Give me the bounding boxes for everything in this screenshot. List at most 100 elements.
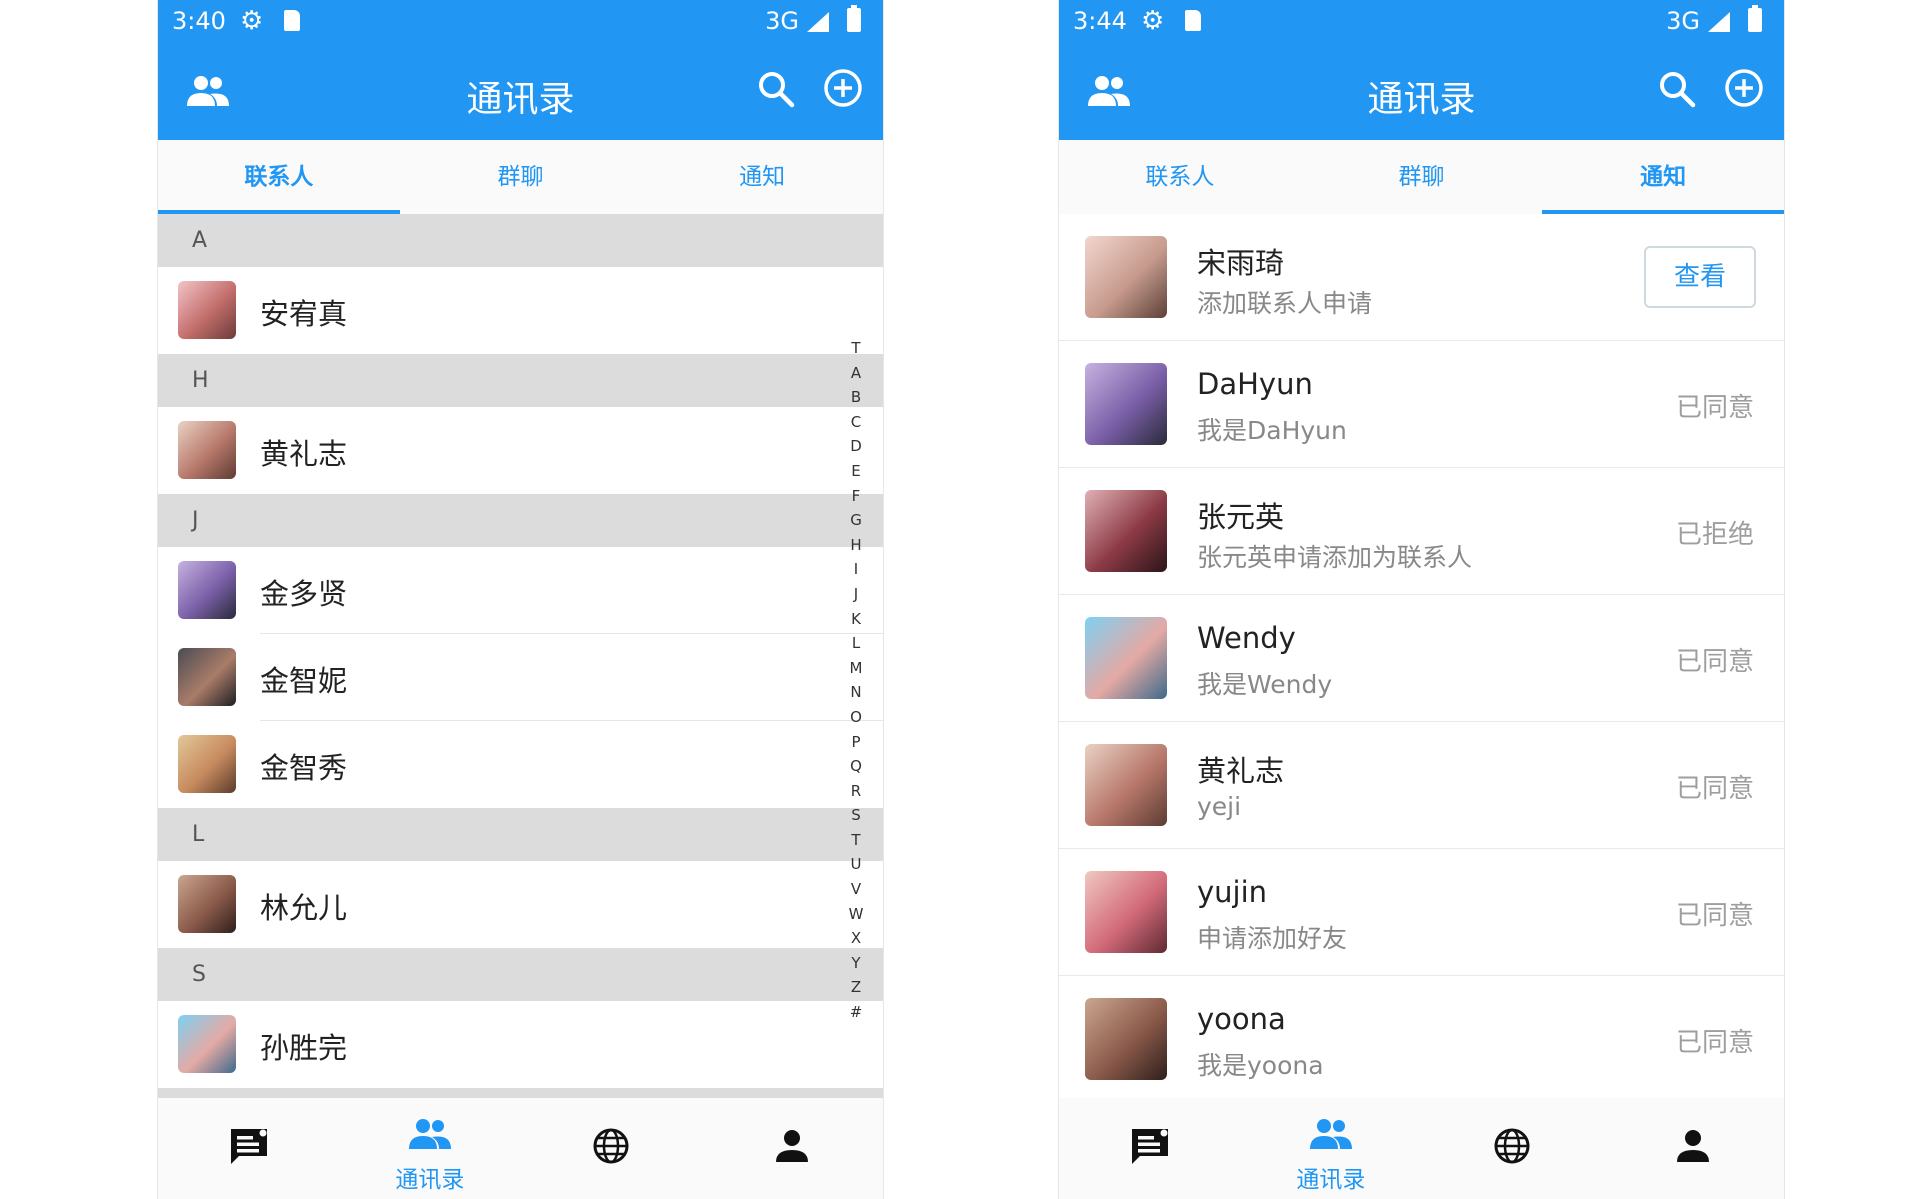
contact-avatar <box>178 875 236 933</box>
contact-name: 金智妮 <box>260 664 348 698</box>
add-circle-icon[interactable] <box>823 68 863 108</box>
tab-notifications[interactable]: 通知 <box>1542 140 1784 214</box>
index-letter[interactable]: E <box>845 459 867 484</box>
contact-row[interactable]: 金多贤 <box>158 547 883 634</box>
contacts-icon <box>1309 1119 1352 1149</box>
notification-name: 黄礼志 <box>1197 754 1285 788</box>
index-letter[interactable]: N <box>845 680 867 705</box>
tab-notifications[interactable]: 通知 <box>641 140 883 214</box>
index-letter[interactable]: F <box>845 484 867 509</box>
nav-messages[interactable] <box>1059 1098 1240 1199</box>
index-letter[interactable]: B <box>845 385 867 410</box>
notification-status: 已同意 <box>1675 901 1754 931</box>
nav-contacts[interactable]: 通讯录 <box>1240 1098 1421 1199</box>
index-letter[interactable]: V <box>845 877 867 902</box>
notification-row[interactable]: 张元英 张元英申请添加为联系人 已拒绝 <box>1059 468 1784 595</box>
section-header: A <box>158 214 883 267</box>
notification-avatar <box>1085 236 1167 318</box>
index-letter[interactable]: A <box>845 361 867 386</box>
notification-status: 已同意 <box>1675 1028 1754 1058</box>
battery-icon <box>1748 5 1762 32</box>
notification-row[interactable]: 黄礼志 yeji 已同意 <box>1059 722 1784 849</box>
notification-name: 宋雨琦 <box>1197 246 1285 280</box>
tab-contacts[interactable]: 联系人 <box>158 140 400 214</box>
index-letter[interactable]: Q <box>845 754 867 779</box>
index-letter[interactable]: T <box>845 828 867 853</box>
notification-row[interactable]: 宋雨琦 添加联系人申请 查看 <box>1059 214 1784 341</box>
signal-icon <box>807 12 829 32</box>
notification-message: 我是yoona <box>1197 1051 1324 1080</box>
view-request-button[interactable]: 查看 <box>1644 246 1756 308</box>
add-circle-icon[interactable] <box>1724 68 1764 108</box>
notification-message: 添加联系人申请 <box>1197 289 1373 318</box>
contact-row[interactable]: 金智妮 <box>158 634 883 721</box>
index-letter[interactable]: U <box>845 852 867 877</box>
contact-avatar <box>178 648 236 706</box>
contact-row[interactable]: 孙胜完 <box>158 1001 883 1088</box>
index-letter[interactable]: Z <box>845 975 867 1000</box>
index-letter[interactable]: T <box>845 336 867 361</box>
index-letter[interactable]: I <box>845 557 867 582</box>
contact-row[interactable]: 安宥真 <box>158 267 883 354</box>
index-letter[interactable]: D <box>845 434 867 459</box>
nav-discover[interactable] <box>1422 1098 1603 1199</box>
index-letter[interactable]: M <box>845 656 867 681</box>
person-icon <box>1677 1130 1710 1162</box>
chat-icon <box>230 1129 267 1164</box>
contact-row[interactable]: 金智秀 <box>158 721 883 808</box>
index-letter[interactable]: K <box>845 607 867 632</box>
sd-card-icon <box>1185 10 1201 31</box>
globe-icon <box>1494 1128 1530 1164</box>
notification-message: 张元英申请添加为联系人 <box>1197 543 1473 572</box>
index-letter[interactable]: H <box>845 533 867 558</box>
nav-contacts-label: 通讯录 <box>1296 1167 1366 1193</box>
tab-group-chat[interactable]: 群聊 <box>400 140 642 214</box>
sd-card-icon <box>284 10 300 31</box>
contact-row[interactable]: 林允儿 <box>158 861 883 948</box>
notification-avatar <box>1085 617 1167 699</box>
notification-row[interactable]: yujin 申请添加好友 已同意 <box>1059 849 1784 976</box>
index-letter[interactable]: P <box>845 730 867 755</box>
alphabet-index-bar[interactable]: T A B C D E F G H I J K L M N O P Q R S T U V W X Y Z # <box>845 336 867 1025</box>
index-letter[interactable]: G <box>845 508 867 533</box>
contacts-icon <box>408 1119 451 1149</box>
nav-messages[interactable] <box>158 1098 339 1199</box>
notification-avatar <box>1085 744 1167 826</box>
index-letter[interactable]: W <box>845 902 867 927</box>
index-letter[interactable]: C <box>845 410 867 435</box>
search-icon[interactable] <box>1658 70 1696 108</box>
notification-message: 我是Wendy <box>1197 670 1333 699</box>
notification-row[interactable]: DaHyun 我是DaHyun 已同意 <box>1059 341 1784 468</box>
index-letter[interactable]: X <box>845 926 867 951</box>
tab-contacts[interactable]: 联系人 <box>1059 140 1301 214</box>
status-bar: 3:40 ⚙ 3G <box>158 0 883 44</box>
index-letter[interactable]: Y <box>845 951 867 976</box>
index-letter[interactable]: # <box>845 1000 867 1025</box>
tab-bar: 联系人 群聊 通知 <box>158 140 883 214</box>
network-type: 3G <box>1666 7 1700 35</box>
tab-group-chat[interactable]: 群聊 <box>1301 140 1543 214</box>
contact-name: 林允儿 <box>260 891 348 925</box>
search-icon[interactable] <box>757 70 795 108</box>
notification-avatar <box>1085 363 1167 445</box>
nav-profile[interactable] <box>702 1098 883 1199</box>
notification-message: yeji <box>1197 792 1242 821</box>
nav-profile[interactable] <box>1603 1098 1784 1199</box>
notification-row[interactable]: yoona 我是yoona 已同意 <box>1059 976 1784 1103</box>
app-bar: 通讯录 <box>158 44 883 140</box>
index-letter[interactable]: R <box>845 779 867 804</box>
nav-contacts[interactable]: 通讯录 <box>339 1098 520 1199</box>
section-header: J <box>158 494 883 547</box>
notification-row[interactable]: Wendy 我是Wendy 已同意 <box>1059 595 1784 722</box>
index-letter[interactable]: L <box>845 631 867 656</box>
contact-row[interactable]: 黄礼志 <box>158 407 883 494</box>
contact-name: 孙胜完 <box>260 1031 348 1065</box>
contact-name: 安宥真 <box>260 297 348 331</box>
index-letter[interactable]: S <box>845 803 867 828</box>
notification-message: 申请添加好友 <box>1197 924 1348 953</box>
nav-discover[interactable] <box>521 1098 702 1199</box>
bottom-nav: 通讯录 <box>1059 1098 1784 1199</box>
section-header: L <box>158 808 883 861</box>
index-letter[interactable]: J <box>845 582 867 607</box>
index-letter[interactable]: O <box>845 705 867 730</box>
